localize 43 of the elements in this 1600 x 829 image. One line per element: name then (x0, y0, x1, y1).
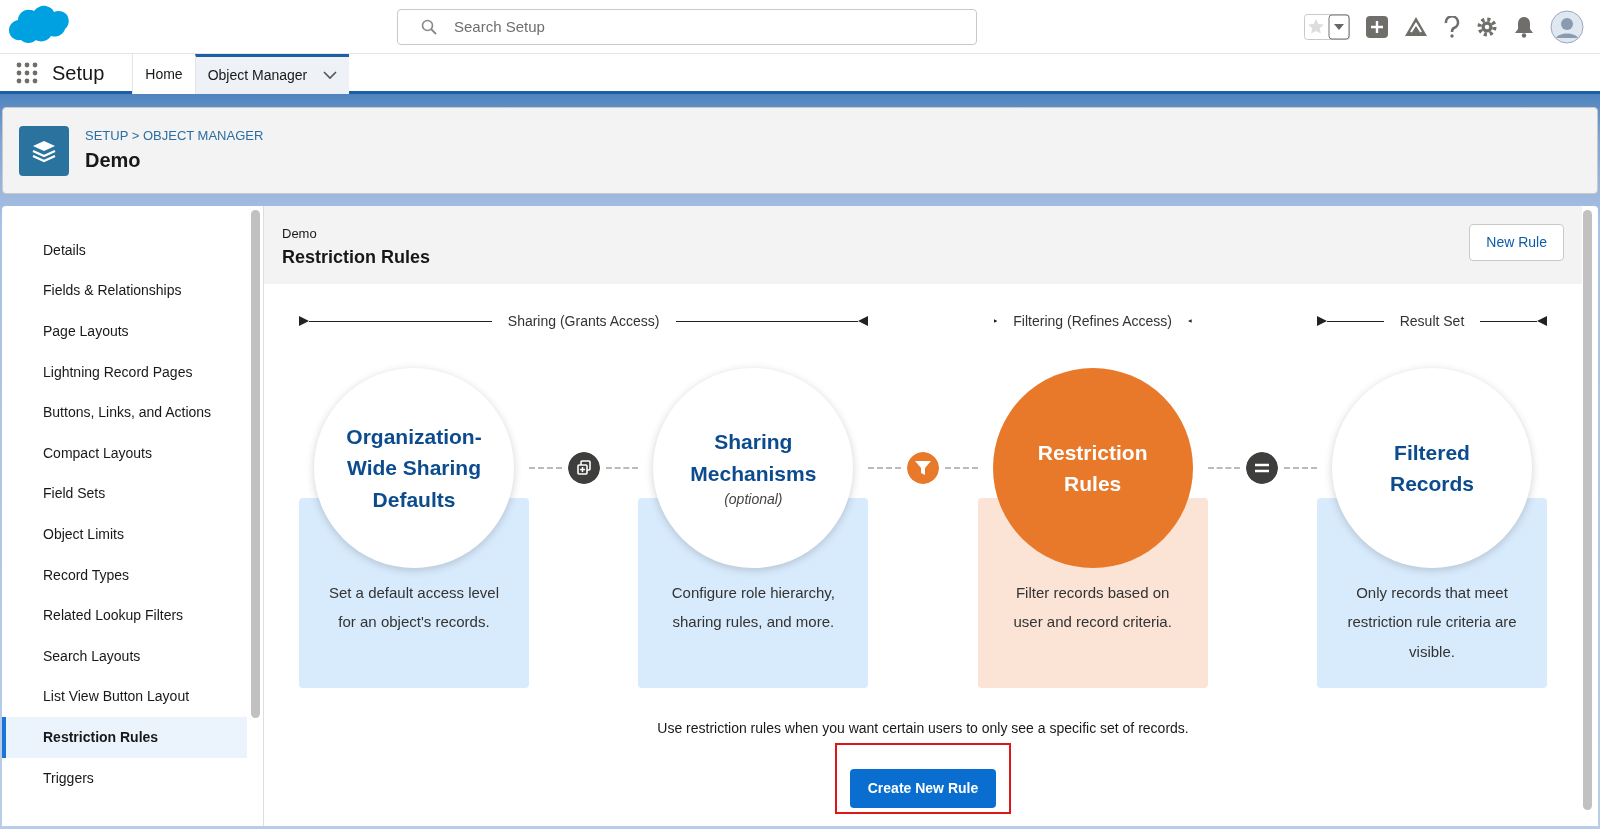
help-icon[interactable] (1444, 15, 1460, 38)
sidebar-item[interactable]: Restriction Rules (2, 717, 247, 758)
nav-tab[interactable]: Home (132, 54, 195, 94)
scrollbar[interactable] (1583, 210, 1592, 810)
app-name: Setup (51, 60, 106, 86)
settings-icon[interactable] (1476, 15, 1498, 38)
stage-title: Organization-Wide Sharing Defaults (345, 423, 483, 513)
info-text: Use restriction rules when you want certain users to only see a specific set of records. (656, 719, 1190, 738)
stage-title: Sharing Mechanisms (689, 429, 818, 487)
section-title: Restriction Rules (282, 245, 431, 269)
range-arrow (1480, 315, 1547, 327)
layers-icon (19, 125, 69, 176)
stage-description: Set a default access level for an object's records. (327, 583, 501, 633)
app-launcher-icon[interactable] (16, 61, 38, 84)
stage-title: Restriction Rules (1036, 439, 1149, 497)
create-new-rule-button[interactable]: Create New Rule (850, 769, 996, 808)
mountain-icon[interactable] (1404, 15, 1428, 38)
stage-description: Filter records based on user and record criteria. (1012, 583, 1173, 633)
chevron-down-icon[interactable] (323, 71, 338, 80)
nav-tab[interactable]: Object Manager (194, 54, 350, 94)
equals-icon (1246, 452, 1279, 484)
page-title: Demo (85, 148, 142, 174)
range-label: Result Set (1399, 311, 1465, 331)
object-name: Demo (282, 225, 318, 243)
triangle-icon (993, 316, 998, 326)
scrollbar[interactable] (251, 210, 260, 718)
stage-title: Filtered Records (1389, 439, 1475, 497)
triangle-icon (1188, 316, 1192, 326)
copy-plus-icon (567, 452, 600, 484)
avatar-icon[interactable] (1550, 9, 1584, 44)
filter-icon (907, 452, 939, 484)
breadcrumb[interactable]: SETUP > OBJECT MANAGER (85, 125, 264, 146)
stage-description: Configure role hierarchy, sharing rules, and more. (670, 583, 836, 633)
new-rule-button[interactable]: New Rule (1469, 224, 1564, 261)
search-icon (421, 18, 437, 35)
search-field[interactable]: Search Setup (397, 8, 977, 45)
stage-subtitle: (optional) (723, 490, 784, 509)
add-icon[interactable] (1366, 15, 1388, 38)
notification-bell-icon[interactable] (1514, 15, 1534, 38)
stage-description: Only records that meet restriction rule criteria are visible. (1346, 583, 1518, 662)
range-label: Filtering (Refines Access) (1013, 311, 1172, 331)
range-label: Sharing (Grants Access) (507, 311, 660, 331)
range-arrow (1317, 315, 1384, 327)
